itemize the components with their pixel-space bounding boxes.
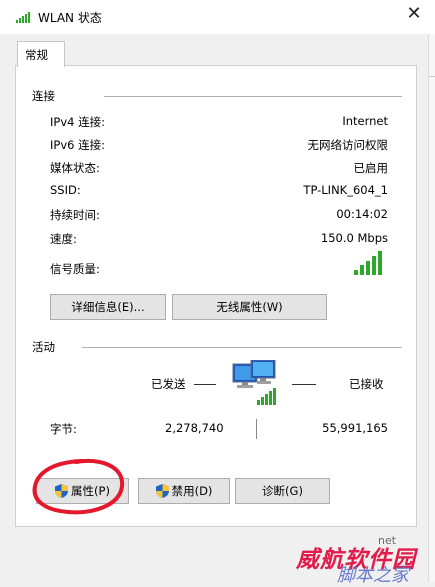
signal-bar — [360, 265, 364, 275]
signal-bar — [372, 256, 376, 275]
section-title-activity: 活动 — [32, 340, 55, 354]
duration-value: 00:14:02 — [336, 207, 388, 221]
signal-bar — [366, 261, 370, 275]
bytes-label: 字节: — [50, 422, 77, 436]
diagnose-button[interactable]: 诊断(G) — [235, 478, 330, 504]
tab-general-label: 常规 — [25, 48, 48, 62]
details-button-label: 详细信息(E)... — [71, 300, 145, 314]
received-label: 已接收 — [349, 377, 384, 391]
watermark-sub: 脚本之家 — [337, 565, 409, 586]
background-window-edge — [428, 34, 435, 582]
details-button[interactable]: 详细信息(E)... — [50, 294, 166, 320]
section-divider — [104, 96, 402, 97]
wireless-properties-button-label: 无线属性(W) — [216, 300, 283, 314]
duration-label: 持续时间: — [50, 208, 100, 222]
signal-quality-icon — [354, 251, 382, 275]
media-state-label: 媒体状态: — [50, 161, 100, 175]
window-title: WLAN 状态 — [38, 11, 102, 25]
section-title-connection: 连接 — [32, 89, 55, 103]
section-divider — [82, 347, 402, 348]
disable-button[interactable]: 禁用(D) — [138, 478, 230, 504]
tab-general[interactable]: 常规 — [17, 41, 65, 67]
network-computer-icon — [232, 360, 276, 405]
diagnose-button-label: 诊断(G) — [262, 484, 303, 498]
media-state-value: 已启用 — [353, 161, 389, 175]
ipv6-label: IPv6 连接: — [50, 138, 105, 152]
ipv6-value: 无网络访问权限 — [307, 138, 389, 152]
watermark: net 威航软件园 脚本之家 — [286, 534, 435, 586]
properties-button-label: 属性(P) — [71, 484, 110, 498]
bytes-received-value: 55,991,165 — [322, 421, 388, 435]
ipv4-value: Internet — [342, 114, 388, 128]
activity-separator — [256, 419, 257, 439]
ssid-label: SSID: — [50, 183, 81, 197]
close-icon: ✕ — [406, 3, 422, 24]
ipv4-label: IPv4 连接: — [50, 115, 105, 129]
disable-button-label: 禁用(D) — [171, 484, 213, 498]
signal-bar — [354, 270, 358, 275]
speed-label: 速度: — [50, 232, 77, 246]
uac-shield-icon — [155, 484, 169, 498]
signal-quality-label: 信号质量: — [50, 262, 100, 276]
wifi-signal-icon — [16, 12, 30, 23]
title-bar: WLAN 状态 ✕ — [0, 0, 435, 34]
bytes-sent-value: 2,278,740 — [165, 421, 224, 435]
ssid-value: TP-LINK_604_1 — [303, 183, 388, 197]
signal-bar — [378, 251, 382, 275]
sent-label: 已发送 — [151, 377, 186, 391]
speed-value: 150.0 Mbps — [320, 231, 388, 245]
uac-shield-icon — [55, 484, 69, 498]
properties-button[interactable]: 属性(P) — [36, 478, 129, 504]
close-button[interactable]: ✕ — [399, 1, 429, 29]
wireless-properties-button[interactable]: 无线属性(W) — [172, 294, 327, 320]
